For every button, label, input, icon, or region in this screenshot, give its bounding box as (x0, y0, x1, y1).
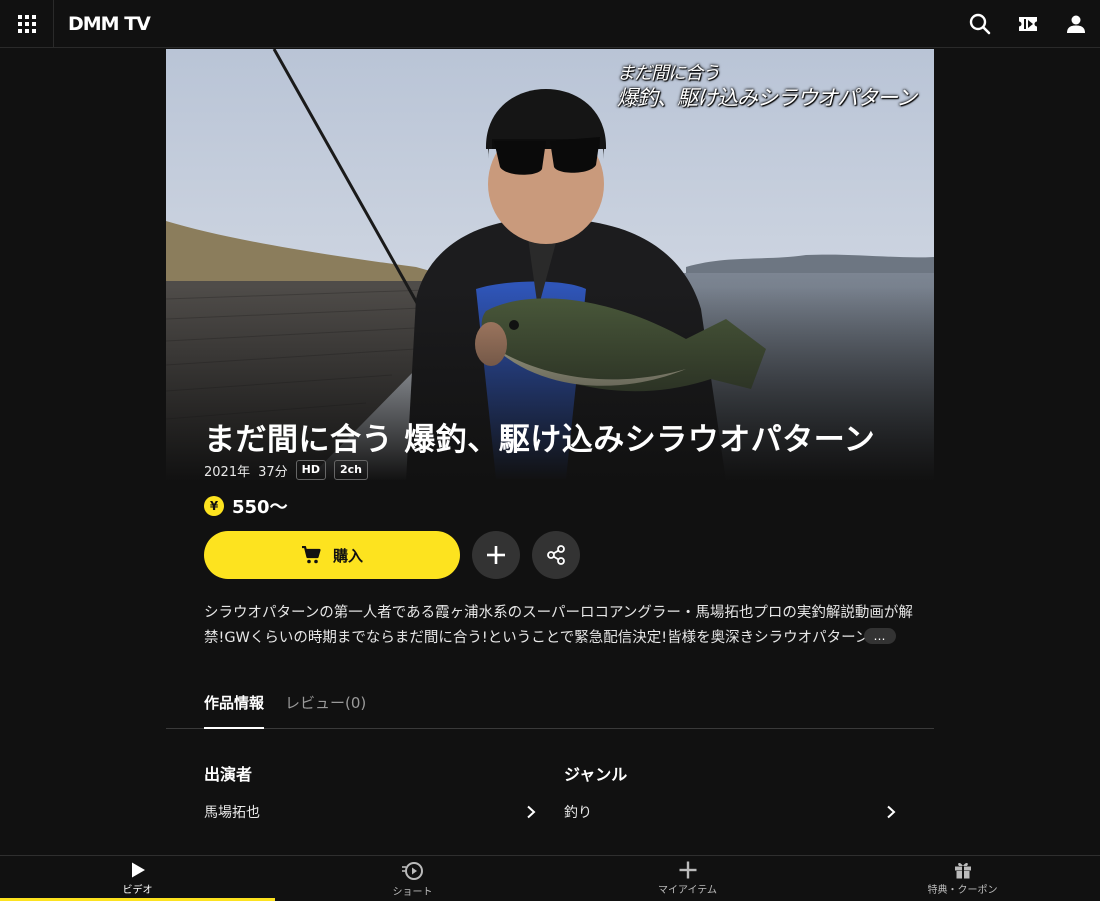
top-header: DMM TV (0, 0, 1100, 48)
hero-caption-line1: まだ間に合う (617, 63, 720, 84)
cast-value: 馬場拓也 (204, 805, 260, 821)
cast-heading: 出演者 (204, 765, 253, 784)
page-title: まだ間に合う 爆釣、駆け込みシラウオパターン (204, 422, 876, 458)
nav-perks-coupons[interactable]: 特典・クーポン (825, 856, 1100, 901)
buy-button-label: 購入 (332, 546, 363, 565)
buy-button[interactable]: 購入 (204, 531, 460, 579)
hd-badge: HD (295, 460, 326, 480)
ticket-icon[interactable] (1016, 12, 1040, 36)
grid-menu-button[interactable] (0, 0, 54, 48)
plus-icon (487, 546, 505, 564)
cart-icon (301, 546, 321, 564)
chevron-right-icon (527, 805, 536, 819)
chevron-right-icon (887, 805, 896, 819)
nav-video-label: ビデオ (122, 885, 153, 896)
meta-row: 2021年 37分 HD 2ch (204, 460, 368, 480)
price-row: ¥ 550〜 (204, 493, 288, 519)
cast-link[interactable]: 馬場拓也 (204, 800, 536, 824)
price-text: 550〜 (232, 497, 288, 518)
search-icon[interactable] (968, 12, 992, 36)
grid-menu-icon (17, 15, 36, 33)
tab-reviews[interactable]: レビュー(0) (285, 692, 366, 729)
genre-value: 釣り (564, 805, 592, 821)
gift-icon (954, 862, 971, 879)
yen-icon: ¥ (204, 496, 224, 516)
hero-caption-line2: 爆釣、駆け込みシラウオパターン (617, 86, 917, 110)
audio-badge: 2ch (333, 460, 368, 480)
add-to-mylist-button[interactable] (472, 531, 520, 579)
nav-my-items[interactable]: マイアイテム (550, 856, 825, 901)
release-year: 2021年 (204, 464, 251, 480)
bottom-nav: ビデオ ショート マイアイテム 特典・クーポン (0, 855, 1100, 901)
nav-short[interactable]: ショート (275, 856, 550, 901)
user-icon[interactable] (1064, 12, 1088, 36)
hero-caption: まだ間に合う 爆釣、駆け込みシラウオパターン (617, 63, 917, 111)
description-text: シラウオパターンの第一人者である霞ヶ浦水系のスーパーロコアングラー・馬場拓也プロ… (204, 605, 913, 646)
dmm-tv-logo[interactable]: DMM TV (68, 12, 151, 36)
genre-link[interactable]: 釣り (564, 800, 896, 824)
nav-perks-coupons-label: 特典・クーポン (927, 885, 998, 896)
share-button[interactable] (532, 531, 580, 579)
duration: 37分 (258, 464, 288, 480)
plus-icon (679, 861, 696, 879)
short-play-icon (401, 862, 423, 880)
nav-video[interactable]: ビデオ (0, 856, 275, 901)
tab-work-info[interactable]: 作品情報 (204, 692, 265, 729)
more-description-button[interactable]: … (864, 628, 896, 644)
nav-my-items-label: マイアイテム (658, 885, 717, 896)
detail-tabs: 作品情報 レビュー(0) (166, 684, 934, 729)
nav-short-label: ショート (392, 887, 433, 898)
play-icon (131, 862, 145, 878)
share-icon (547, 545, 565, 565)
genre-heading: ジャンル (564, 765, 628, 784)
